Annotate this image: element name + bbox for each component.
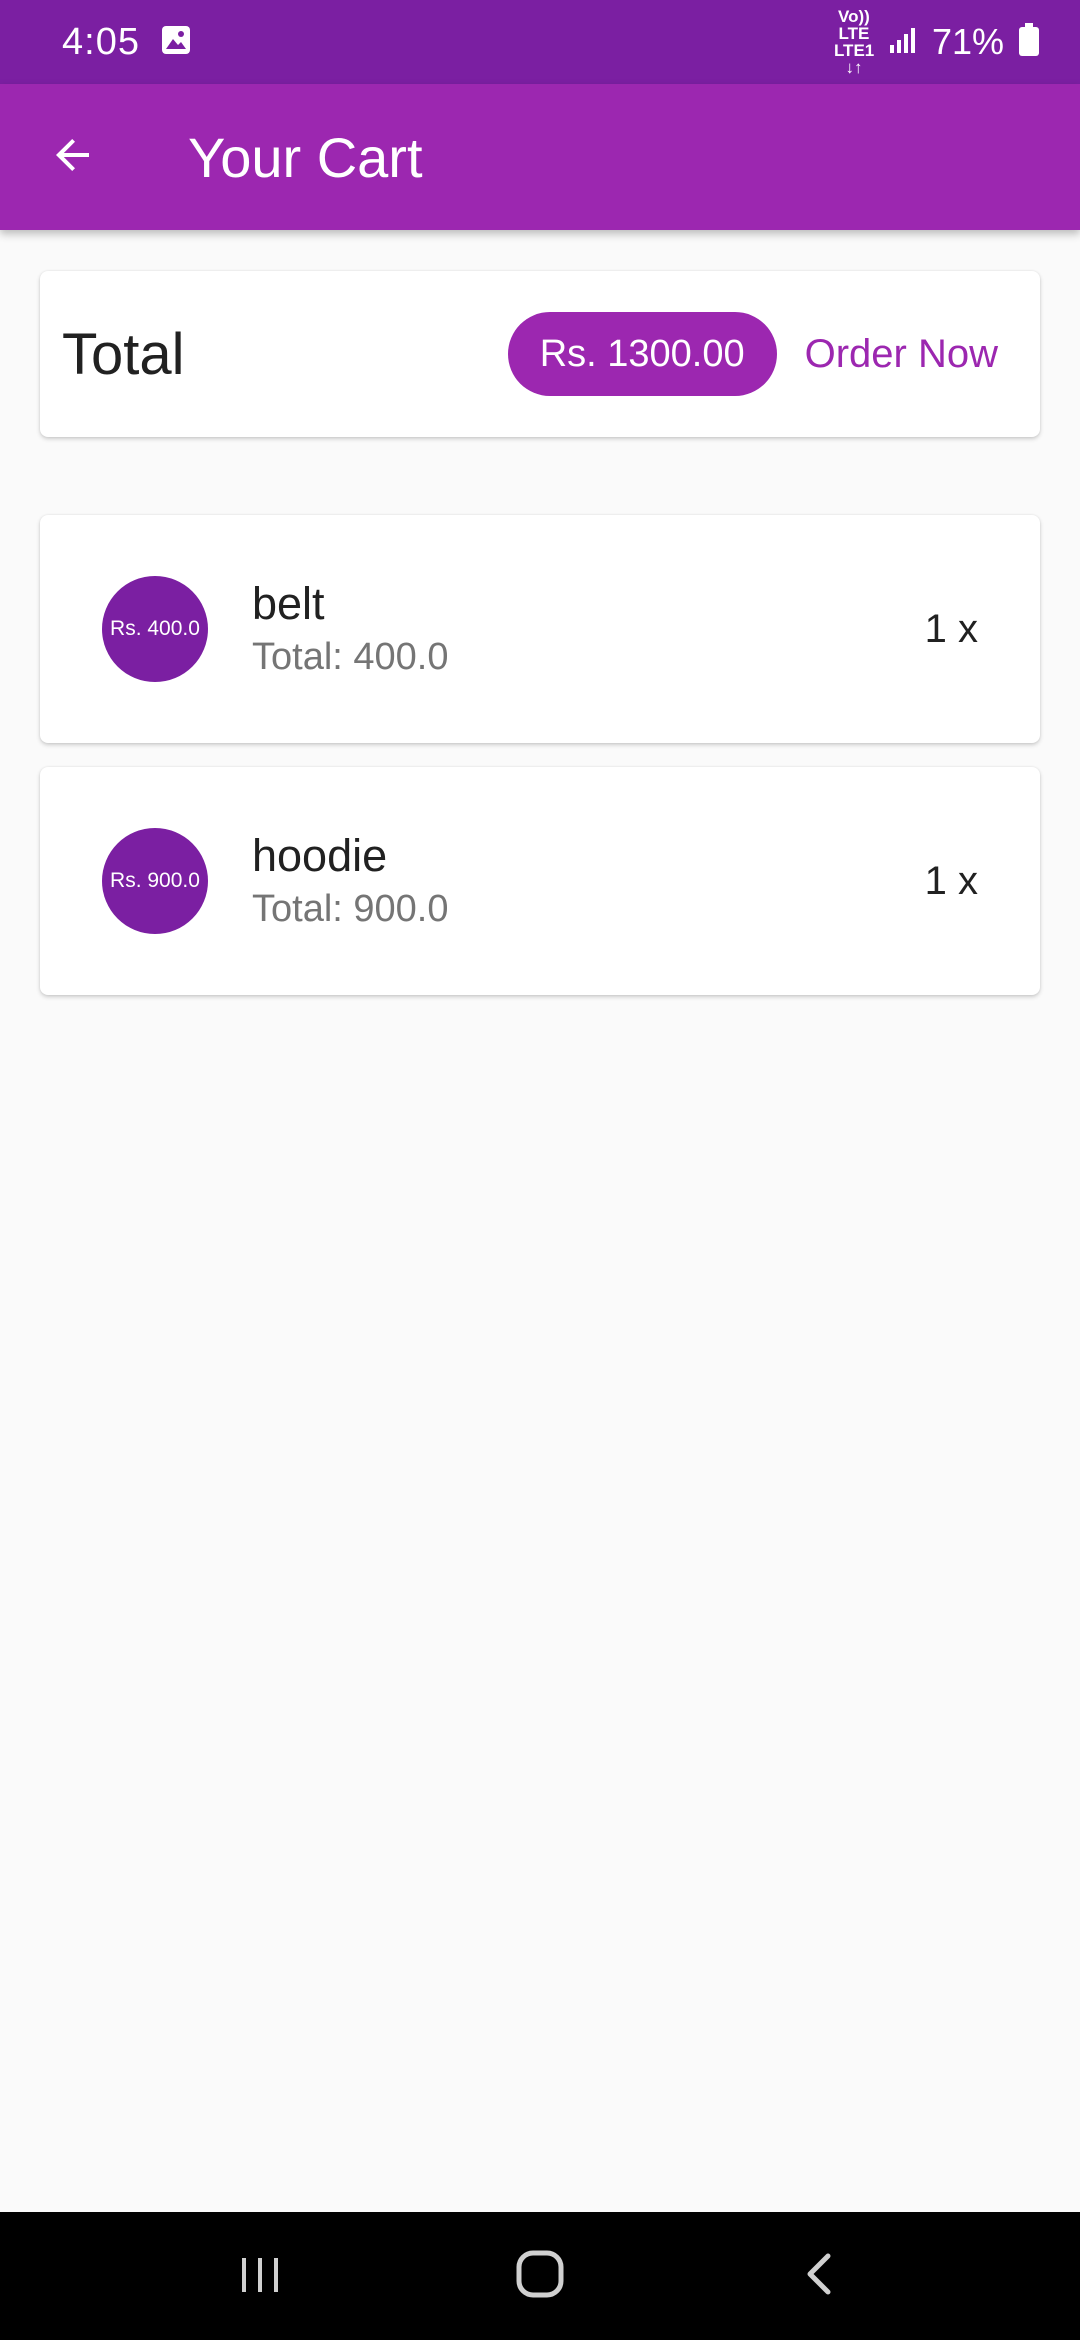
battery-icon [1018,22,1040,62]
system-back-button[interactable] [760,2226,880,2326]
back-button[interactable] [0,84,146,230]
status-time: 4:05 [62,20,140,63]
total-amount-chip: Rs. 1300.00 [507,312,777,396]
cart-screen: 4:05 Vo)) LTE LTE1 ↓↑ 71% Your Cart Tota… [0,0,1080,2340]
network-label-bottom: LTE1 ↓↑ [833,41,875,77]
cart-item: Rs. 900.0 hoodie Total: 900.0 1 x [40,767,1040,995]
item-quantity: 1 x [924,858,978,903]
item-details: belt Total: 400.0 [252,576,925,682]
home-icon [514,2248,566,2305]
price-avatar: Rs. 400.0 [102,576,208,682]
item-name: hoodie [252,830,388,881]
system-nav-bar [0,2212,1080,2340]
item-details: hoodie Total: 900.0 [252,828,925,934]
network-label-top: Vo)) LTE [838,7,870,43]
home-button[interactable] [480,2226,600,2326]
cart-item: Rs. 400.0 belt Total: 400.0 1 x [40,515,1040,743]
page-title: Your Cart [188,125,423,189]
status-bar: 4:05 Vo)) LTE LTE1 ↓↑ 71% [0,0,1080,84]
status-right: Vo)) LTE LTE1 ↓↑ 71% [834,8,1040,76]
item-total: Total: 400.0 [252,636,449,678]
total-label: Total [62,321,185,387]
item-total: Total: 900.0 [252,888,449,930]
item-name: belt [252,578,325,629]
signal-icon [888,25,918,60]
recent-apps-icon [236,2250,284,2303]
recent-apps-button[interactable] [200,2226,320,2326]
item-quantity: 1 x [924,606,978,651]
network-indicator: Vo)) LTE LTE1 ↓↑ [834,8,874,76]
status-left: 4:05 [62,21,192,64]
cart-summary-card: Total Rs. 1300.00 Order Now [40,271,1040,437]
battery-percent: 71% [931,21,1004,62]
order-now-button[interactable]: Order Now [785,316,1018,393]
back-icon [796,2250,844,2303]
price-avatar: Rs. 900.0 [102,828,208,934]
app-bar: Your Cart [0,84,1080,230]
back-arrow-icon [49,131,97,184]
image-icon [160,24,192,61]
